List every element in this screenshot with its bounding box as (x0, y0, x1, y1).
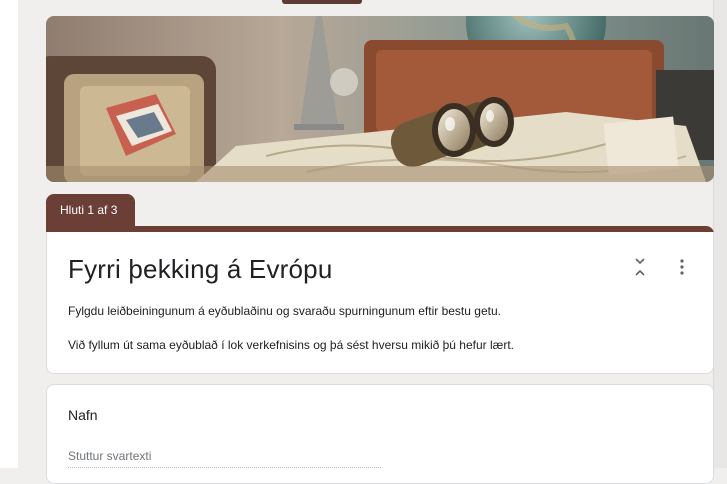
form-header-card: Fyrri þekking á Evrópu Fylgdu leiðbeinin… (46, 232, 714, 374)
question-title: Nafn (68, 407, 98, 423)
header-image (46, 16, 714, 182)
form-title: Fyrri þekking á Evrópu (68, 254, 333, 284)
collapse-icon[interactable] (633, 256, 647, 278)
more-vert-icon[interactable] (677, 258, 687, 276)
form-description-line-1: Fylgdu leiðbeiningunum á eyðublaðinu og … (68, 304, 501, 318)
scrollbar-track[interactable] (713, 0, 727, 468)
active-tab-indicator (282, 0, 362, 4)
section-tab: Hluti 1 af 3 (46, 194, 135, 226)
form-description-line-2: Við fyllum út sama eyðublað í lok verkef… (68, 338, 514, 352)
left-gutter (0, 0, 18, 468)
question-card: Nafn (46, 384, 714, 484)
short-answer-input[interactable] (68, 445, 381, 468)
